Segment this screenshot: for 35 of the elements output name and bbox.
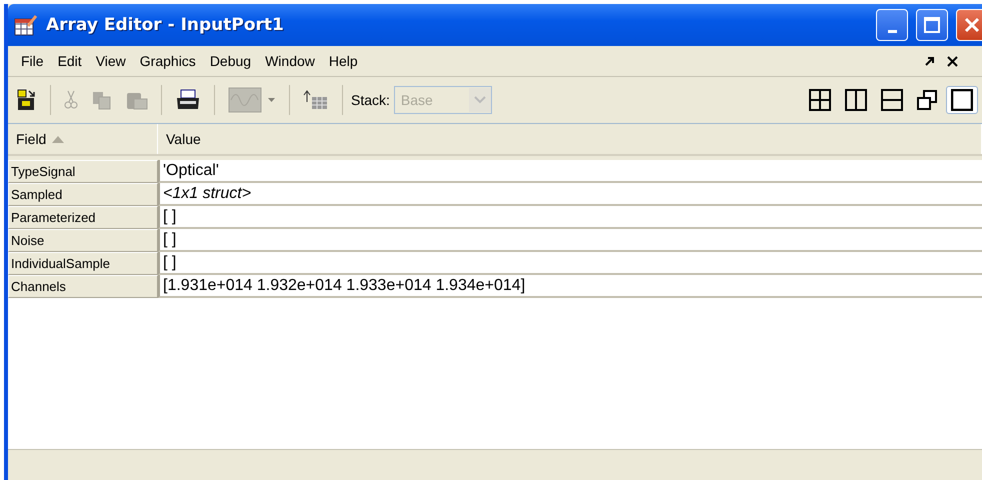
maximize-button[interactable] — [916, 9, 948, 41]
menu-item[interactable]: Debug — [202, 53, 258, 69]
caret-icon — [468, 88, 491, 112]
value-cell[interactable]: [ ] — [158, 206, 982, 229]
value-cell[interactable]: <1x1 struct> — [158, 183, 982, 206]
stack-label: Stack: — [351, 92, 390, 108]
close-icon — [964, 17, 980, 33]
column-header[interactable]: Value — [158, 124, 982, 154]
value-cell[interactable]: [1.931e+014 1.932e+014 1.933e+014 1.934e+014] — [158, 275, 982, 298]
single-pane-icon[interactable] — [946, 86, 978, 114]
menu-item[interactable]: File — [14, 53, 51, 69]
window-title: Array Editor - InputPort1 — [46, 15, 285, 35]
field-name-cell: Noise — [8, 229, 158, 252]
maximize-icon — [923, 16, 941, 34]
close-button[interactable] — [956, 9, 982, 41]
sort-arrow-icon — [52, 135, 64, 143]
undock-arrow-icon[interactable] — [925, 56, 935, 66]
column-header[interactable]: Field — [8, 124, 158, 154]
field-name-cell: Sampled — [8, 183, 158, 206]
field-name-cell: TypeSignal — [8, 160, 158, 183]
value-cell[interactable]: [ ] — [158, 229, 982, 252]
menu-item[interactable]: View — [88, 53, 133, 69]
field-name-cell: Channels — [8, 275, 158, 298]
field-name-cell: Parameterized — [8, 206, 158, 229]
field-name-cell: IndividualSample — [8, 252, 158, 275]
close-icon[interactable] — [947, 56, 958, 66]
minimize-button[interactable] — [876, 9, 908, 41]
value-cell[interactable]: 'Optical' — [158, 160, 982, 183]
menu-item[interactable]: Edit — [50, 53, 89, 69]
value-cell[interactable]: [ ] — [158, 252, 982, 275]
spreadsheet-pencil-icon — [14, 14, 38, 36]
menu-item[interactable]: Help — [322, 53, 365, 69]
menu-item[interactable]: Window — [258, 53, 322, 69]
minimize-icon — [888, 30, 896, 32]
menu-item[interactable]: Graphics — [132, 53, 203, 69]
